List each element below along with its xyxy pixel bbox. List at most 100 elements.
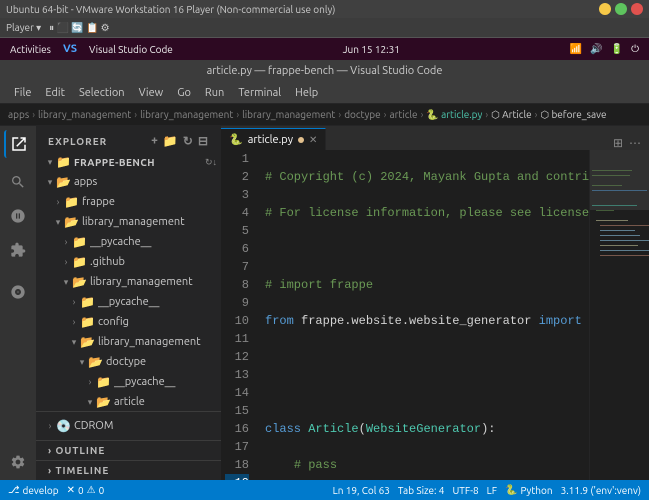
tree-apps[interactable]: ▾ 📂 apps [36,172,221,192]
code-content[interactable]: # Copyright (c) 2024, Mayank Gupta and c… [257,150,589,480]
vscode-menubar[interactable]: File Edit Selection View Go Run Terminal… [0,82,649,104]
tab-label: article.py [248,134,293,146]
explorer-header-icons[interactable]: + 📁 ↻ ⊟ [151,134,209,148]
tree-libmgmt-3[interactable]: ▾ 📂 library_management [36,332,221,352]
code-editor[interactable]: 1 2 3 4 5 6 7 8 9 10 11 12 13 14 15 16 1 [221,150,649,480]
line-ending-text: LF [487,485,497,496]
split-editor-icon[interactable]: ⊞ [613,136,623,150]
vm-window-controls[interactable] [599,3,643,15]
arrow-icon: ▾ [44,177,56,188]
bc-apps[interactable]: apps [8,109,29,120]
maximize-btn[interactable] [615,3,627,15]
menu-file[interactable]: File [8,85,37,101]
menu-edit[interactable]: Edit [39,85,71,101]
timeline-label: TIMELINE [56,465,110,476]
menu-go[interactable]: Go [171,85,197,101]
activity-extensions[interactable] [4,236,32,264]
arrow-icon: › [68,297,80,307]
tree-pycache-2[interactable]: › 📁 __pycache__ [36,292,221,312]
close-btn[interactable] [631,3,643,15]
tab-size[interactable]: Tab Size: 4 [398,485,445,496]
position-text: Ln 19, Col 63 [333,485,390,496]
outline-section: › OUTLINE [36,440,221,460]
tree-frappe[interactable]: › 📁 frappe [36,192,221,212]
refresh-icon[interactable]: ↻ [183,134,194,148]
menu-help[interactable]: Help [289,85,324,101]
minimize-btn[interactable] [599,3,611,15]
bc-before-save[interactable]: ⬡ before_save [540,109,606,121]
cursor-position[interactable]: Ln 19, Col 63 [333,485,390,496]
new-file-icon[interactable]: + [151,134,159,148]
line-ending[interactable]: LF [487,485,497,496]
bc-lm3[interactable]: library_management [242,109,335,120]
code-line-6 [265,348,581,366]
status-left: ⎇ develop ✕ 0 ⚠ 0 [8,484,104,496]
bc-lm1[interactable]: library_management [38,109,131,120]
menu-selection[interactable]: Selection [73,85,131,101]
root-label: FRAPPE-BENCH [74,157,201,168]
line-numbers: 1 2 3 4 5 6 7 8 9 10 11 12 13 14 15 16 1 [221,150,257,480]
activity-source-control[interactable] [4,202,32,230]
bc-doctype[interactable]: doctype [344,109,380,120]
activity-search[interactable] [4,168,32,196]
outline-header[interactable]: › OUTLINE [36,441,221,460]
explorer-tree: ▾ 📂 apps › 📁 frappe ▾ 📂 library_manageme… [36,172,221,411]
tree-cdrom[interactable]: › 💿 CDROM [36,416,221,436]
tree-libmgmt-2[interactable]: ▾ 📂 library_management [36,272,221,292]
explorer-title: EXPLORER [48,136,107,147]
code-line-5: from frappe.website.website_generator im… [265,312,581,330]
git-branch[interactable]: ⎇ develop [8,484,59,496]
tree-doctype[interactable]: ▾ 📂 doctype [36,352,221,372]
close-tab-icon[interactable]: ✕ [309,134,317,146]
menu-view[interactable]: View [133,85,170,101]
bc-article-class[interactable]: ⬡ Article [491,109,531,121]
error-icon: ✕ [67,484,75,496]
tree-pycache-1[interactable]: › 📁 __pycache__ [36,232,221,252]
arrow-icon: › [60,237,72,247]
code-line-9: # pass [265,456,581,474]
vscode-app-icon: VS [63,43,77,55]
new-folder-icon[interactable]: 📁 [163,134,179,148]
vm-toolbar: Player ▾ ⏸ ⬛ 🔄 📋 ⚙ [0,18,649,38]
bc-article-folder[interactable]: article [389,109,417,120]
warning-count: 0 [99,485,105,496]
arrow-icon: ▾ [44,157,56,168]
activity-settings[interactable] [4,448,32,476]
tree-github[interactable]: › 📁 .github [36,252,221,272]
py-icon: 🐍 [229,133,243,146]
ubuntu-topbar-center: Jun 15 12:31 [343,44,400,55]
arrow-icon: ▾ [76,357,88,368]
folder-icon: 📁 [56,155,71,169]
tree-libmgmt-1[interactable]: ▾ 📂 library_management [36,212,221,232]
tree-config[interactable]: › 📁 config [36,312,221,332]
date-time: Jun 15 12:31 [343,44,400,55]
code-line-8: class Article(WebsiteGenerator): [265,420,581,438]
activity-debug[interactable] [4,278,32,306]
more-actions-icon[interactable]: ⋯ [629,136,641,150]
status-bar: ⎇ develop ✕ 0 ⚠ 0 Ln 19, Col 63 Tab Size… [0,480,649,500]
encoding[interactable]: UTF-8 [452,485,478,496]
tree-root[interactable]: ▾ 📁 FRAPPE-BENCH ↻↓ [36,152,221,172]
code-line-4: # import frappe [265,276,581,294]
explorer-header: EXPLORER + 📁 ↻ ⊟ [36,126,221,152]
tab-article-py[interactable]: 🐍 article.py ✕ [221,128,326,150]
sidebar: EXPLORER + 📁 ↻ ⊟ ▾ 📁 FRAPPE-BENCH ↻↓ ▾ [36,126,221,480]
bc-lm2[interactable]: library_management [140,109,233,120]
branch-icon: ⎇ [8,484,20,496]
menu-terminal[interactable]: Terminal [232,85,287,101]
tab-size-text: Tab Size: 4 [398,485,445,496]
tree-pycache-doctype[interactable]: › 📁 __pycache__ [36,372,221,392]
collapse-all-icon[interactable]: ⊟ [198,134,209,148]
activity-explorer[interactable] [4,130,32,158]
language-mode[interactable]: 🐍 Python [505,484,553,496]
menu-run[interactable]: Run [199,85,230,101]
activities-label[interactable]: Activities [10,44,51,55]
language-icon: 🐍 [505,484,517,496]
warning-icon: ⚠ [87,484,96,496]
timeline-header[interactable]: › TIMELINE [36,461,221,480]
python-version[interactable]: 3.11.9 ('env':venv) [561,485,641,496]
tree-article-folder[interactable]: ▾ 📂 article [36,392,221,411]
errors-warnings[interactable]: ✕ 0 ⚠ 0 [67,484,105,496]
code-line-2: # For license information, please see li… [265,204,581,222]
bc-article-py[interactable]: 🐍 article.py [426,109,482,121]
